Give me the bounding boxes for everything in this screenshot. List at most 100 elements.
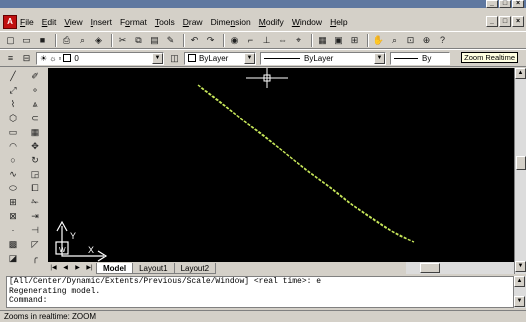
menu-view[interactable]: View bbox=[64, 17, 82, 27]
color-dropdown[interactable]: ByLayer ▼ bbox=[184, 51, 256, 65]
command-window[interactable]: [All/Center/Dynamic/Extents/Previous/Sca… bbox=[6, 276, 514, 308]
rectangle-icon[interactable]: ▭ bbox=[6, 126, 20, 138]
menu-dimension[interactable]: Dimension bbox=[211, 17, 251, 27]
tracking-icon[interactable]: ⌐ bbox=[244, 34, 257, 47]
chamfer-icon[interactable]: ◸ bbox=[28, 238, 42, 250]
construction-line-icon[interactable]: ⤢ bbox=[6, 84, 20, 96]
polyline-icon[interactable]: ⌇ bbox=[6, 98, 20, 110]
menu-modify[interactable]: Modify bbox=[259, 17, 284, 27]
zoom-previous-icon[interactable]: ⊕ bbox=[420, 34, 433, 47]
doc-close-button[interactable]: × bbox=[512, 16, 524, 27]
tab-layout2[interactable]: Layout2 bbox=[173, 262, 217, 274]
vertical-scrollbar[interactable]: ▲ ▼ bbox=[514, 68, 526, 274]
drawing-area[interactable]: Y X W bbox=[48, 58, 514, 262]
break-icon[interactable]: ⊣ bbox=[28, 224, 42, 236]
offset-icon[interactable]: ⊂ bbox=[28, 112, 42, 124]
stretch-icon[interactable]: ⧠ bbox=[28, 182, 42, 194]
properties-icon[interactable]: ⊞ bbox=[348, 34, 361, 47]
redo-icon[interactable]: ↷ bbox=[204, 34, 217, 47]
fillet-icon[interactable]: ╭ bbox=[28, 252, 42, 264]
hatch-icon[interactable]: ▩ bbox=[6, 238, 20, 250]
save-disk-icon[interactable]: ■ bbox=[36, 34, 49, 47]
spline-icon[interactable]: ∿ bbox=[6, 168, 20, 180]
layer-previous-icon[interactable]: ◫ bbox=[168, 52, 181, 65]
app-minimize-button[interactable]: _ bbox=[486, 0, 498, 8]
move-icon[interactable]: ✥ bbox=[28, 140, 42, 152]
horizontal-scroll-thumb[interactable] bbox=[420, 263, 440, 273]
point-icon[interactable]: · bbox=[6, 224, 20, 236]
copy-icon[interactable]: ⧉ bbox=[132, 34, 145, 47]
open-folder-icon[interactable]: ▭ bbox=[20, 34, 33, 47]
prev-tab-arrow-icon[interactable]: ◀ bbox=[60, 263, 71, 274]
menu-help[interactable]: Help bbox=[330, 17, 347, 27]
print-icon[interactable]: ⎙ bbox=[60, 34, 73, 47]
zoom-realtime-icon[interactable]: ⌕ bbox=[388, 34, 401, 47]
array-icon[interactable]: ▦ bbox=[28, 126, 42, 138]
doc-restore-button[interactable]: □ bbox=[499, 16, 511, 27]
match-properties-icon[interactable]: ✎ bbox=[164, 34, 177, 47]
menu-edit[interactable]: Edit bbox=[42, 17, 57, 27]
linetype-dropdown[interactable]: ByLayer ▼ bbox=[260, 51, 386, 65]
menu-draw[interactable]: Draw bbox=[183, 17, 203, 27]
horizontal-scrollbar[interactable] bbox=[406, 262, 514, 274]
chevron-down-icon[interactable]: ▼ bbox=[244, 52, 255, 64]
copy-object-icon[interactable]: ⚬ bbox=[28, 84, 42, 96]
design-center-icon[interactable]: ▣ bbox=[332, 34, 345, 47]
chevron-down-icon[interactable]: ▼ bbox=[374, 52, 385, 64]
publish-icon[interactable]: ◈ bbox=[92, 34, 105, 47]
extend-icon[interactable]: ⇥ bbox=[28, 210, 42, 222]
command-prompt[interactable]: Command: bbox=[9, 296, 513, 306]
chevron-down-icon[interactable]: ▼ bbox=[152, 52, 163, 64]
insert-block-icon[interactable]: ⊞ bbox=[6, 196, 20, 208]
undo-icon[interactable]: ↶ bbox=[188, 34, 201, 47]
cut-icon[interactable]: ✂ bbox=[116, 34, 129, 47]
make-block-icon[interactable]: ⊠ bbox=[6, 210, 20, 222]
menu-format[interactable]: Format bbox=[120, 17, 147, 27]
vertical-scroll-thumb[interactable] bbox=[516, 156, 526, 170]
pan-realtime-icon[interactable]: ✋ bbox=[372, 34, 385, 47]
scroll-up-arrow-icon[interactable]: ▲ bbox=[515, 68, 526, 79]
scroll-down-arrow-icon[interactable]: ▼ bbox=[514, 296, 525, 307]
command-window-scrollbar[interactable]: ▲ ▼ bbox=[514, 276, 526, 308]
new-file-icon[interactable]: ▢ bbox=[4, 34, 17, 47]
trim-icon[interactable]: ✁ bbox=[28, 196, 42, 208]
menu-file[interactable]: File bbox=[20, 17, 34, 27]
distance-icon[interactable]: ⇔ bbox=[276, 34, 289, 47]
lineweight-dropdown[interactable]: By bbox=[390, 51, 450, 65]
next-tab-arrow-icon[interactable]: ▶ bbox=[72, 263, 83, 274]
app-restore-button[interactable]: □ bbox=[499, 0, 511, 8]
layer-dropdown[interactable]: ☀ ☼ ▫ 0 ▼ bbox=[36, 51, 164, 65]
rotate-icon[interactable]: ↻ bbox=[28, 154, 42, 166]
tab-layout1[interactable]: Layout1 bbox=[132, 262, 175, 274]
doc-minimize-button[interactable]: _ bbox=[486, 16, 498, 27]
line-icon[interactable]: ╱ bbox=[6, 70, 20, 82]
inquiry-icon[interactable]: ⌖ bbox=[292, 34, 305, 47]
erase-icon[interactable]: ✐ bbox=[28, 70, 42, 82]
zoom-window-icon[interactable]: ⊡ bbox=[404, 34, 417, 47]
polygon-icon[interactable]: ⬡ bbox=[6, 112, 20, 124]
scroll-up-arrow-icon[interactable]: ▲ bbox=[514, 276, 525, 287]
layer-manager-icon[interactable]: ≡ bbox=[4, 52, 17, 65]
tab-model[interactable]: Model bbox=[96, 262, 134, 274]
menu-tools[interactable]: Tools bbox=[155, 17, 175, 27]
named-views-icon[interactable]: ▦ bbox=[316, 34, 329, 47]
mirror-icon[interactable]: ⩓ bbox=[28, 98, 42, 110]
scale-icon[interactable]: ◲ bbox=[28, 168, 42, 180]
first-tab-arrow-icon[interactable]: |◀ bbox=[48, 263, 59, 274]
ellipse-icon[interactable]: ⬭ bbox=[6, 182, 20, 194]
help-icon[interactable]: ? bbox=[436, 34, 449, 47]
make-object-layer-current-icon[interactable]: ⊟ bbox=[20, 52, 33, 65]
print-preview-icon[interactable]: ⌕ bbox=[76, 34, 89, 47]
arc-icon[interactable]: ◠ bbox=[6, 140, 20, 152]
circle-icon[interactable]: ○ bbox=[6, 154, 20, 166]
app-close-button[interactable]: × bbox=[512, 0, 524, 8]
ucs-icon[interactable]: ⊥ bbox=[260, 34, 273, 47]
region-icon[interactable]: ◪ bbox=[6, 252, 20, 264]
autocad-app-icon[interactable]: A bbox=[3, 15, 17, 29]
menu-window[interactable]: Window bbox=[292, 17, 322, 27]
paste-icon[interactable]: ▤ bbox=[148, 34, 161, 47]
scroll-down-arrow-icon[interactable]: ▼ bbox=[515, 261, 526, 272]
menu-insert[interactable]: Insert bbox=[91, 17, 112, 27]
hyperlink-icon[interactable]: ◉ bbox=[228, 34, 241, 47]
last-tab-arrow-icon[interactable]: ▶| bbox=[84, 263, 95, 274]
